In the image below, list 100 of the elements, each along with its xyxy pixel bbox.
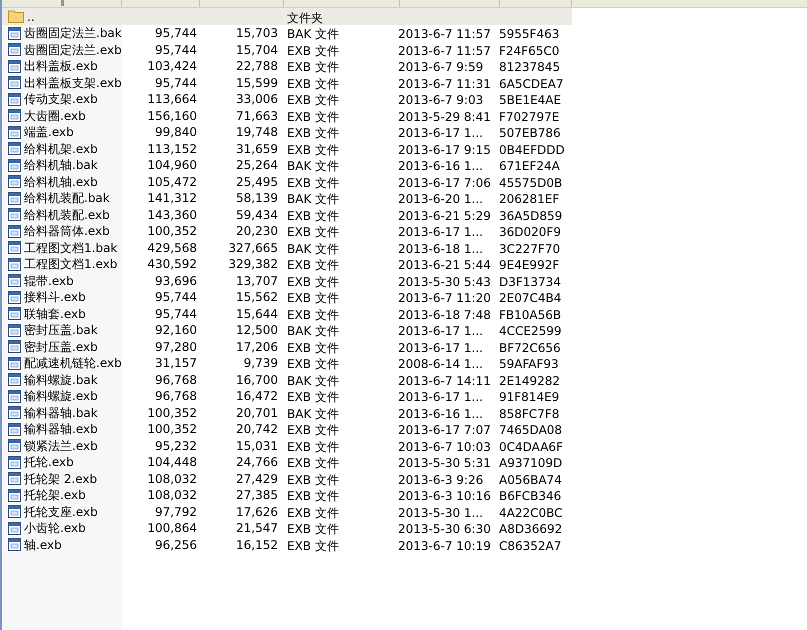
packed-size: 27,429: [236, 472, 278, 485]
document-window-icon: [8, 522, 21, 535]
file-type: EXB 文件: [287, 225, 339, 240]
file-row[interactable]: 大齿圈.exb 156,160 71,663 EXB 文件 2013-5-29 8:41 F702797E: [2, 108, 572, 124]
file-row[interactable]: 工程图文档1.bak 429,568 327,665 BAK 文件 2013-6-18 1... 3C227F70: [2, 240, 572, 256]
file-row[interactable]: 出料盖板支架.exb 95,744 15,599 EXB 文件 2013-6-7 11:31 6A5CDEA7: [2, 74, 572, 91]
modified-time: 2013-6-7 10:03: [398, 440, 491, 454]
file-row[interactable]: 锁紧法兰.exb 95,232 15,031 EXB 文件 2013-6-7 10:03 0C4DAA6F: [2, 438, 572, 454]
file-size: 156,160: [147, 110, 197, 122]
modified-time: 2013-6-3 9:26: [398, 472, 484, 487]
crc-value: 3C227F70: [499, 242, 560, 256]
file-row[interactable]: 密封压盖.exb 97,280 17,206 EXB 文件 2013-6-17 1... BF72C656: [2, 338, 572, 355]
file-row[interactable]: 托轮支座.exb 97,792 17,626 EXB 文件 2013-5-30 1... 4A22C0BC: [2, 504, 572, 520]
file-row[interactable]: 配减速机链轮.exb 31,157 9,739 EXB 文件 2008-6-14 1... 59AFAF93: [2, 355, 572, 372]
file-name: 小齿轮.exb: [24, 522, 86, 534]
crc-value: 206281EF: [499, 192, 560, 206]
document-window-icon: [8, 126, 21, 139]
document-window-icon: [8, 488, 21, 502]
file-size: 31,157: [155, 357, 197, 370]
file-row[interactable]: 给料机轴.bak 104,960 25,264 BAK 文件 2013-6-16 1... 671EF24A: [2, 157, 572, 174]
file-row[interactable]: 托轮架 2.exb 108,032 27,429 EXB 文件 2013-6-3 9:26 A056BA74: [2, 470, 572, 487]
file-row[interactable]: 给料机轴.exb 105,472 25,495 EXB 文件 2013-6-17 7:06 45575D0B: [2, 174, 572, 190]
file-row[interactable]: 输料器轴.exb 100,352 20,742 EXB 文件 2013-6-17 7:07 7465DA08: [2, 421, 572, 438]
file-size: 100,352: [147, 225, 197, 238]
crc-value: C86352A7: [499, 538, 562, 553]
packed-size: 24,766: [236, 456, 278, 468]
packed-size: 15,704: [236, 44, 278, 56]
file-row[interactable]: 给料机架.exb 113,152 31,659 EXB 文件 2013-6-17 9:15 0B4EFDDD: [2, 140, 572, 157]
file-row[interactable]: 齿圈固定法兰.exb 95,744 15,704 EXB 文件 2013-6-7 11:57 F24F65C0: [2, 42, 572, 58]
file-size: 95,744: [155, 27, 197, 40]
packed-size: 329,382: [228, 258, 278, 270]
file-row[interactable]: 联轴套.exb 95,744 15,644 EXB 文件 2013-6-18 7:48 FB10A56B: [2, 306, 572, 322]
document-window-icon: [8, 373, 21, 386]
file-row[interactable]: 托轮架.exb 108,032 27,385 EXB 文件 2013-6-3 10:16 B6FCB346: [2, 487, 572, 504]
crc-value: B6FCB346: [499, 489, 562, 504]
file-size: 104,448: [147, 456, 197, 468]
file-row[interactable]: 密封压盖.bak 92,160 12,500 BAK 文件 2013-6-17 1... 4CCE2599: [2, 322, 572, 338]
document-window-icon: [8, 505, 21, 518]
crc-value: 5BE1E4AE: [499, 93, 562, 108]
modified-time: 2013-6-17 1...: [398, 225, 483, 240]
file-type: EXB 文件: [287, 126, 339, 140]
file-size: 99,840: [155, 126, 197, 138]
file-size: 104,960: [147, 159, 197, 172]
file-row[interactable]: 小齿轮.exb 100,864 21,547 EXB 文件 2013-5-30 6:30 A8D36692: [2, 520, 572, 536]
document-window-icon: [8, 175, 21, 188]
crc-value: 36D020F9: [499, 225, 561, 240]
file-name: 齿圈固定法兰.bak: [24, 27, 122, 40]
file-type: EXB 文件: [287, 472, 339, 487]
modified-time: 2013-6-7 11:31: [398, 76, 491, 91]
file-size: 430,592: [147, 258, 197, 270]
packed-size: 13,707: [236, 274, 278, 287]
file-name: 输料螺旋.exb: [24, 390, 98, 402]
file-name: 配减速机链轮.exb: [24, 357, 122, 370]
modified-time: 2013-6-7 9:03: [398, 93, 484, 108]
file-row[interactable]: 托轮.exb 104,448 24,766 EXB 文件 2013-5-30 5:31 A937109D: [2, 454, 572, 470]
modified-time: 2013-6-21 5:29: [398, 208, 491, 223]
crc-value: 858FC7F8: [499, 406, 560, 421]
file-row[interactable]: 输料器轴.bak 100,352 20,701 BAK 文件 2013-6-16 1... 858FC7F8: [2, 404, 572, 421]
file-row[interactable]: 输料螺旋.bak 96,768 16,700 BAK 文件 2013-6-7 14:11 2E149282: [2, 372, 572, 388]
file-name: ..: [27, 10, 35, 22]
file-row[interactable]: 齿圈固定法兰.bak 95,744 15,703 BAK 文件 2013-6-7 11:57 5955F463: [2, 25, 572, 42]
modified-time: 2013-5-30 5:31: [398, 456, 491, 470]
file-row[interactable]: 传动支架.exb 113,664 33,006 EXB 文件 2013-6-7 9:03 5BE1E4AE: [2, 91, 572, 108]
file-type: EXB 文件: [287, 489, 339, 504]
file-row[interactable]: 轴.exb 96,256 16,152 EXB 文件 2013-6-7 10:19 C86352A7: [2, 536, 572, 553]
modified-time: 2013-6-3 10:16: [398, 489, 491, 504]
file-row[interactable]: 端盖.exb 99,840 19,748 EXB 文件 2013-6-17 1... 507EB786: [2, 124, 572, 140]
file-row[interactable]: 接料斗.exb 95,744 15,562 EXB 文件 2013-6-7 11:20 2E07C4B4: [2, 289, 572, 306]
crc-value: 2E149282: [499, 374, 560, 388]
file-type: EXB 文件: [287, 291, 339, 306]
file-type: EXB 文件: [287, 423, 339, 438]
file-size: 95,744: [155, 44, 197, 56]
file-name: 给料机轴.exb: [24, 176, 98, 188]
packed-size: 12,500: [236, 324, 278, 336]
file-row[interactable]: 给料器筒体.exb 100,352 20,230 EXB 文件 2013-6-17 1... 36D020F9: [2, 223, 572, 240]
crc-value: 59AFAF93: [499, 357, 559, 372]
file-type: BAK 文件: [287, 324, 340, 338]
file-name: 给料机轴.bak: [24, 159, 98, 172]
file-size: 105,472: [147, 176, 197, 188]
file-type: EXB 文件: [287, 176, 339, 190]
file-row[interactable]: 给料机装配.bak 141,312 58,139 BAK 文件 2013-6-20 1... 206281EF: [2, 190, 572, 206]
file-row[interactable]: 输料螺旋.exb 96,768 16,472 EXB 文件 2013-6-17 1... 91F814E9: [2, 388, 572, 404]
file-size: 100,352: [147, 423, 197, 436]
crc-value: 0B4EFDDD: [499, 142, 565, 157]
file-size: 96,768: [155, 390, 197, 402]
modified-time: 2013-5-29 8:41: [398, 110, 491, 124]
file-row[interactable]: 辊带.exb 93,696 13,707 EXB 文件 2013-5-30 5:43 D3F13734: [2, 272, 572, 289]
modified-time: 2013-5-30 6:30: [398, 522, 491, 536]
crc-value: 4A22C0BC: [499, 506, 563, 520]
file-row[interactable]: 工程图文档1.exb 430,592 329,382 EXB 文件 2013-6-21 5:44 9E4E992F: [2, 256, 572, 272]
file-row[interactable]: 给料机装配.exb 143,360 59,434 EXB 文件 2013-6-21 5:29 36A5D859: [2, 206, 572, 223]
file-name: 传动支架.exb: [24, 93, 98, 106]
file-row[interactable]: .. 文件夹: [2, 8, 572, 25]
file-type: EXB 文件: [287, 44, 339, 58]
modified-time: 2013-6-7 9:59: [398, 60, 484, 74]
file-row[interactable]: 出料盖板.exb 103,424 22,788 EXB 文件 2013-6-7 9:59 81237845: [2, 58, 572, 74]
file-size: 93,696: [155, 274, 197, 287]
document-window-icon: [8, 26, 21, 40]
modified-time: 2013-6-7 11:20: [398, 291, 491, 306]
packed-size: 21,547: [236, 522, 278, 534]
